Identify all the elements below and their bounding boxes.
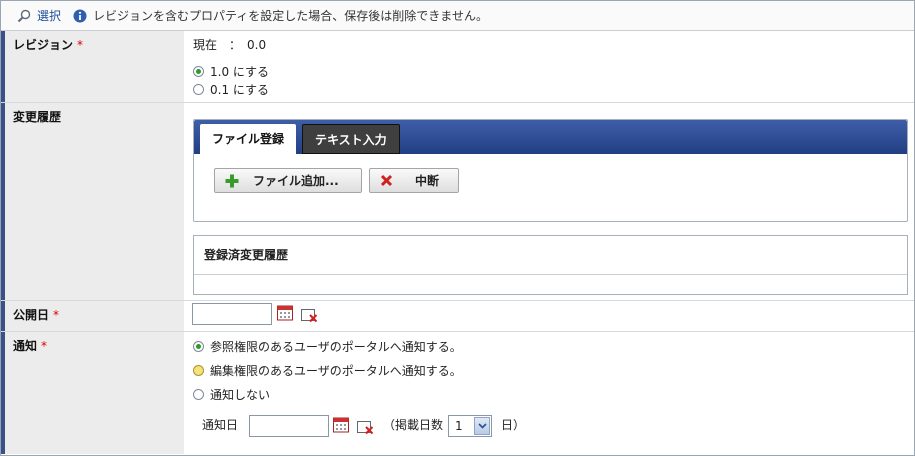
add-file-button[interactable]: ファイル追加...	[214, 168, 362, 193]
info-notice: レビジョンを含むプロパティを設定した場合、保存後は削除できません。	[73, 7, 488, 24]
notify-editors-option[interactable]: 編集権限のあるユーザのポータルへ通知する。	[193, 362, 462, 379]
radio-selected-icon[interactable]	[193, 66, 204, 77]
current-revision: 現在 ： 0.0	[193, 38, 267, 52]
close-icon	[380, 174, 393, 187]
chevron-down-icon[interactable]	[474, 417, 490, 435]
calendar-icon[interactable]	[277, 304, 293, 321]
radio-icon[interactable]	[193, 389, 204, 400]
upload-tab-panel: ファイル登録 テキスト入力 ファイル追加... 中断	[193, 119, 908, 222]
info-message: レビジョンを含むプロパティを設定した場合、保存後は削除できません。	[93, 9, 488, 23]
no-notify-option[interactable]: 通知しない	[193, 386, 270, 403]
tab-file-register[interactable]: ファイル登録	[200, 124, 297, 154]
required-mark: *	[53, 308, 60, 322]
publish-date-label: 公開日 *	[1, 301, 184, 331]
revision-label: レビジョン *	[1, 31, 184, 102]
history-row: 変更履歴 ファイル登録 テキスト入力 ファイル追加... 中断 登録済変更履歴	[1, 103, 914, 301]
calendar-icon[interactable]	[333, 416, 349, 433]
publish-date-input[interactable]	[192, 303, 272, 325]
radio-selected-icon[interactable]	[193, 341, 204, 352]
form-frame: 選択 レビジョンを含むプロパティを設定した場合、保存後は削除できません。 レビジ…	[0, 0, 915, 456]
required-mark: *	[41, 339, 48, 353]
notification-label: 通知 *	[1, 332, 184, 454]
notify-date-input[interactable]	[249, 415, 329, 437]
registered-history-header: 登録済変更履歴	[194, 236, 907, 275]
days-label-suffix: 日）	[501, 418, 526, 432]
notify-date-label: 通知日	[202, 418, 239, 432]
revision-row: レビジョン * 現在 ： 0.0 1.0 にする 0.1 にする	[1, 31, 914, 103]
radio-icon[interactable]	[193, 84, 204, 95]
days-select[interactable]: 1	[448, 415, 492, 437]
radio-icon[interactable]	[193, 365, 204, 376]
clear-date-icon[interactable]	[301, 307, 318, 323]
history-value: ファイル登録 テキスト入力 ファイル追加... 中断 登録済変更履歴	[185, 103, 914, 300]
plus-icon	[225, 174, 239, 187]
revision-option-0-1[interactable]: 0.1 にする	[193, 81, 269, 98]
publish-date-row: 公開日 *	[1, 301, 914, 332]
notification-value: 参照権限のあるユーザのポータルへ通知する。 編集権限のあるユーザのポータルへ通知…	[185, 332, 914, 454]
publish-date-value	[185, 301, 914, 331]
tab-text-input[interactable]: テキスト入力	[302, 124, 400, 154]
info-icon	[73, 9, 87, 22]
notify-readers-option[interactable]: 参照権限のあるユーザのポータルへ通知する。	[193, 338, 462, 355]
required-mark: *	[77, 38, 84, 52]
notification-row: 通知 * 参照権限のあるユーザのポータルへ通知する。 編集権限のあるユーザのポータ…	[1, 332, 914, 454]
select-label[interactable]: 選択	[37, 7, 61, 24]
select-link[interactable]: 選択	[17, 7, 61, 24]
revision-option-1-0[interactable]: 1.0 にする	[193, 63, 269, 80]
revision-value: 現在 ： 0.0 1.0 にする 0.1 にする	[185, 31, 914, 102]
tab-bar: ファイル登録 テキスト入力	[194, 120, 907, 154]
clear-date-icon[interactable]	[357, 419, 374, 435]
magnifier-icon	[17, 9, 31, 22]
days-label-prefix: （掲載日数	[383, 418, 444, 432]
days-select-value: 1	[455, 419, 463, 433]
toolbar: 選択 レビジョンを含むプロパティを設定した場合、保存後は削除できません。	[1, 1, 914, 31]
cancel-button[interactable]: 中断	[369, 168, 459, 193]
history-label: 変更履歴	[1, 103, 184, 300]
registered-history-box: 登録済変更履歴	[193, 235, 908, 295]
